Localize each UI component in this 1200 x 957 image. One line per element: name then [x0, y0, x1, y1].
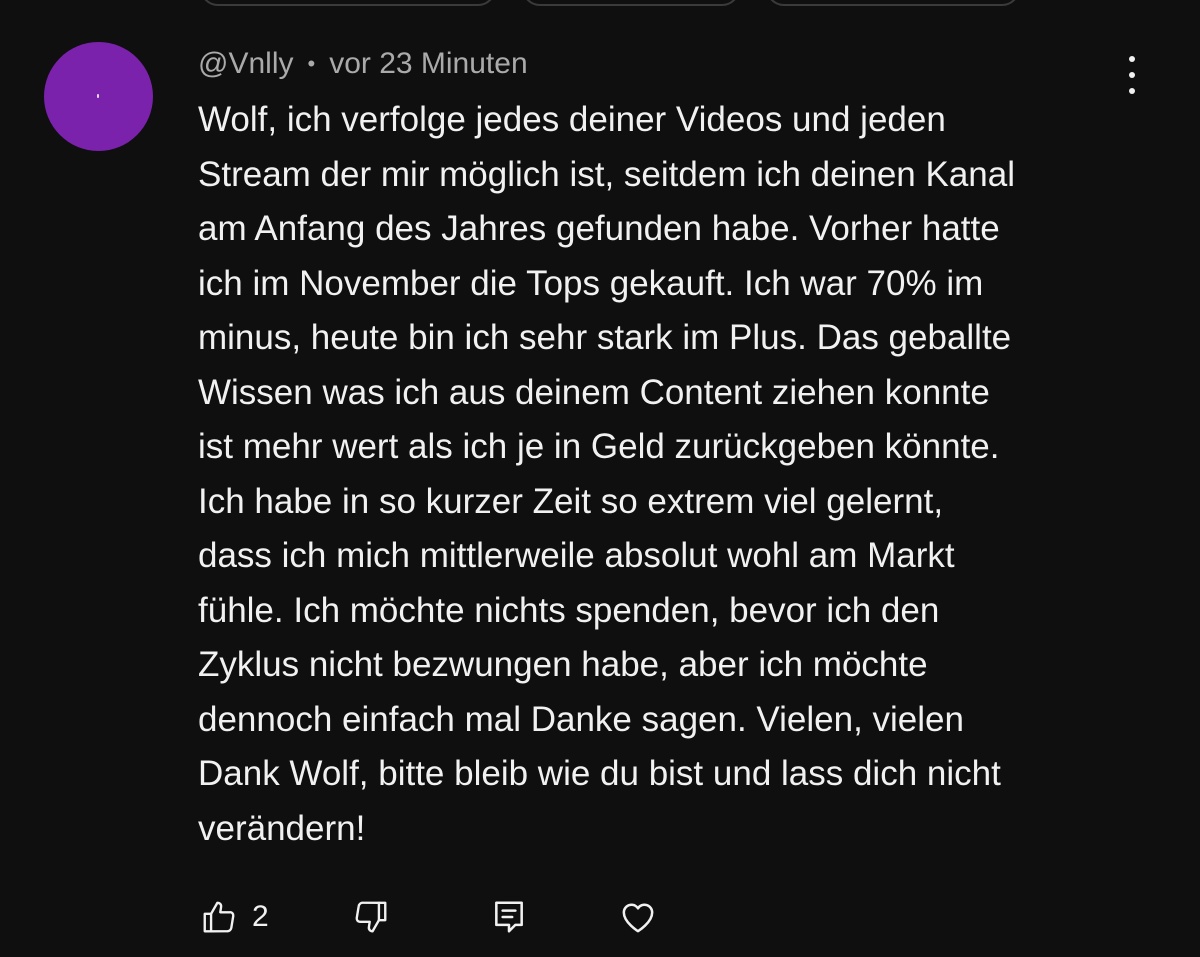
top-chip-3[interactable]	[766, 0, 1020, 6]
thumbs-down-icon	[355, 901, 387, 933]
separator-dot: •	[307, 51, 316, 76]
reply-button[interactable]	[490, 893, 528, 941]
top-chip-1[interactable]	[200, 0, 496, 6]
comment-body: Wolf, ich verfolge jedes deiner Videos u…	[198, 93, 1158, 856]
avatar-mark	[97, 94, 99, 98]
more-vertical-icon-dot	[1129, 72, 1135, 78]
like-button[interactable]: 2	[200, 893, 269, 941]
comment-header: @Vnlly • vor 23 Minuten	[198, 44, 528, 84]
comment-time[interactable]: vor 23 Minuten	[329, 47, 527, 81]
comment-line: am Anfang des Jahres gefunden habe. Vorh…	[198, 209, 1000, 248]
reply-icon	[495, 901, 523, 933]
heart-icon	[622, 903, 654, 933]
comment-line: Stream der mir möglich ist, seitdem ich …	[198, 154, 1016, 194]
comment-line: minus, heute bin ich sehr stark im Plus.…	[198, 318, 1012, 357]
author-name[interactable]: @Vnlly	[198, 47, 293, 81]
more-vertical-icon-dot	[1129, 56, 1135, 62]
comment-line: ist mehr wert als ich je in Geld zurückg…	[198, 427, 1000, 466]
more-options-button[interactable]	[1118, 56, 1146, 94]
like-count: 2	[252, 900, 269, 933]
comment-line: Ich habe in so kurzer Zeit so extrem vie…	[198, 481, 944, 521]
thumbs-up-icon	[203, 901, 235, 933]
comment-line: fühle. Ich möchte nichts spenden, bevor …	[198, 590, 940, 630]
comment-line: verändern!	[198, 808, 366, 848]
heart-button[interactable]	[618, 893, 658, 941]
comment-line: ich im November die Tops gekauft. Ich wa…	[198, 263, 984, 303]
comment-line: Wissen was ich aus deinem Content ziehen…	[198, 372, 990, 412]
comment-line: dass ich mich mittlerweile absolut wohl …	[198, 536, 955, 575]
top-chip-2[interactable]	[522, 0, 740, 6]
comment-line: Wolf, ich verfolge jedes deiner Videos u…	[198, 100, 946, 139]
comment-line: Dank Wolf, bitte bleib wie du bist und l…	[198, 754, 1001, 793]
avatar[interactable]	[44, 42, 153, 151]
comment-line: dennoch einfach mal Danke sagen. Vielen,…	[198, 699, 964, 739]
dislike-button[interactable]	[352, 893, 390, 941]
comment-line: Zyklus nicht bezwungen habe, aber ich mö…	[198, 645, 928, 684]
